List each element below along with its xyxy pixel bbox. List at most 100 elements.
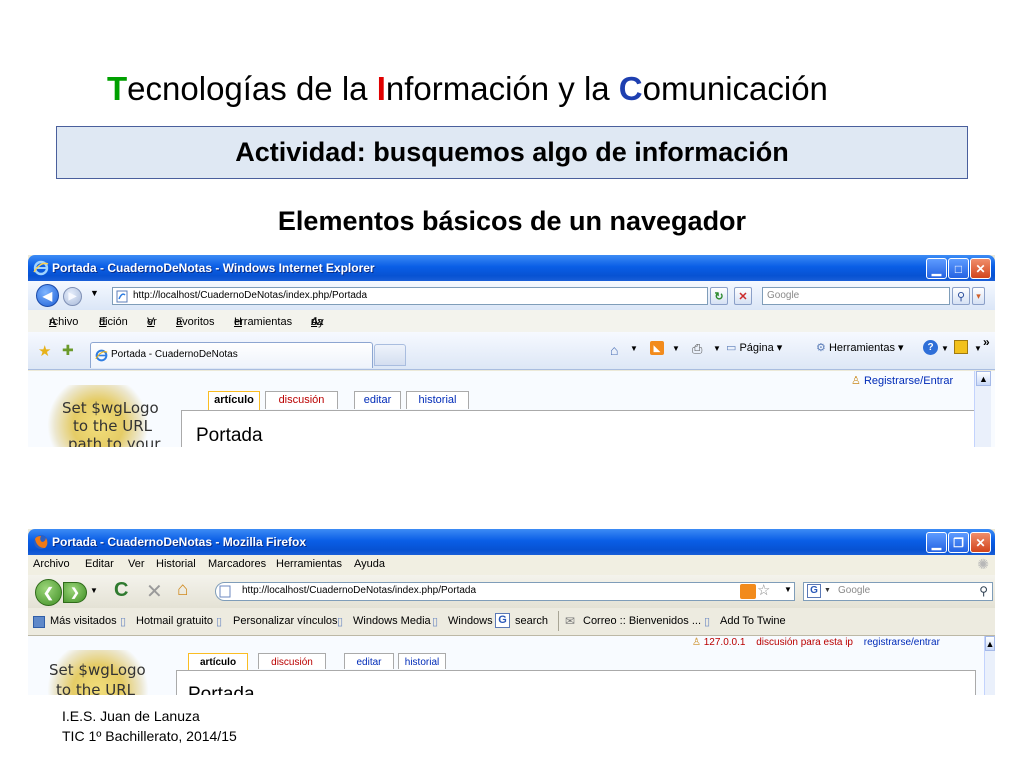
ie-content: Set $wgLogo to the URL path to your ♙ Re…	[28, 371, 995, 447]
add-favorite-icon[interactable]: ✚	[62, 342, 74, 359]
ie-scrollbar[interactable]: ▲	[974, 371, 991, 447]
footer-course: TIC 1º Bachillerato, 2014/15	[62, 728, 237, 744]
chevron-down-icon: ▾	[976, 290, 981, 301]
ff-search-input[interactable]: G ▼ Google ⚲	[803, 582, 993, 601]
chevron-down-icon[interactable]: ▼	[784, 585, 792, 594]
bookmark-add-to-twine[interactable]: Add To Twine	[720, 615, 786, 627]
ie-page-menu[interactable]: ▭ Página ▾	[726, 341, 782, 354]
chevron-down-icon[interactable]: ▼	[974, 344, 982, 353]
print-icon[interactable]: ⎙	[692, 341, 702, 357]
ie-stop-button[interactable]: ✕	[734, 287, 752, 305]
tab-historial[interactable]: historial	[406, 391, 469, 409]
back-icon: ◀	[42, 288, 53, 303]
rss-icon[interactable]	[740, 584, 756, 599]
ff-address-text: http://localhost/CuadernoDeNotas/index.p…	[242, 585, 477, 596]
chevron-down-icon[interactable]: ▼	[630, 344, 638, 353]
chevron-down-icon[interactable]: ▼	[713, 344, 721, 353]
chevron-down-icon[interactable]: ▼	[672, 344, 680, 353]
ie-command-row: ★ ✚ Portada - CuadernoDeNotas ⌂ ▼ ◣ ▼ ⎙ …	[28, 332, 995, 370]
ie-search-button[interactable]: ⚲	[952, 287, 970, 305]
ff-content: Set $wgLogo to the URL ♙ 127.0.0.1 discu…	[28, 636, 995, 695]
ie-logo-text-3: path to your	[68, 435, 161, 447]
home-icon[interactable]: ⌂	[177, 579, 188, 601]
folder-icon	[33, 616, 45, 628]
ie-minimize-button[interactable]: ▁	[926, 258, 947, 279]
ff-menu-ver[interactable]: Ver	[128, 558, 145, 570]
page-icon: ▯	[432, 616, 439, 628]
tab-editar[interactable]: editar	[344, 653, 394, 669]
tab-discusion[interactable]: discusión	[258, 653, 326, 669]
bookmark-mas-visitados[interactable]: Más visitados	[50, 615, 117, 627]
scroll-up-icon[interactable]: ▲	[985, 636, 995, 651]
bookmark-search[interactable]: search	[515, 615, 548, 627]
ie-address-bar[interactable]: http://localhost/CuadernoDeNotas/index.p…	[112, 287, 708, 305]
star-icon[interactable]: ★	[38, 342, 51, 360]
ip-talk-link[interactable]: discusión para esta ip	[756, 637, 853, 648]
research-icon[interactable]	[954, 340, 968, 354]
bookmark-correo[interactable]: Correo :: Bienvenidos ...	[583, 615, 701, 627]
google-icon: G	[495, 613, 510, 628]
ie-history-dropdown[interactable]: ▼	[90, 288, 99, 298]
chevron-down-icon[interactable]: ▼	[941, 344, 949, 353]
bookmark-separator	[558, 611, 559, 631]
ie-new-tab-button[interactable]	[374, 344, 406, 366]
bookmark-personalizar[interactable]: Personalizar vínculos	[233, 615, 338, 627]
ff-titlebar[interactable]: Portada - CuadernoDeNotas - Mozilla Fire…	[28, 529, 995, 555]
ff-menu-ayuda[interactable]: Ayuda	[354, 558, 385, 570]
refresh-icon: ↻	[714, 290, 724, 303]
minimize-icon: ▁	[931, 261, 942, 276]
ie-forward-button[interactable]: ▶	[63, 287, 82, 306]
help-icon[interactable]: ?	[923, 340, 938, 355]
ie-more-chevron[interactable]: »	[983, 335, 990, 349]
ff-login-link[interactable]: registrarse/entrar	[864, 637, 940, 648]
ip-link[interactable]: 127.0.0.1	[704, 637, 746, 648]
search-icon[interactable]: ⚲	[979, 583, 988, 599]
ff-minimize-button[interactable]: ▁	[926, 532, 947, 553]
tab-historial[interactable]: historial	[398, 653, 446, 669]
title-part-1: ecnologías de la	[127, 70, 377, 107]
bookmark-windows[interactable]: Windows	[448, 615, 493, 627]
ie-tools-menu[interactable]: ⚙ Herramientas ▾	[816, 341, 904, 354]
chevron-down-icon[interactable]: ▼	[90, 586, 98, 595]
page-icon: ▯	[337, 616, 344, 628]
home-icon[interactable]: ⌂	[610, 342, 618, 358]
stop-icon[interactable]: ✕	[146, 579, 163, 604]
ie-maximize-button[interactable]: □	[948, 258, 969, 279]
ff-menu-herramientas[interactable]: Herramientas	[276, 558, 342, 570]
ie-titlebar[interactable]: Portada - CuadernoDeNotas - Windows Inte…	[28, 255, 995, 281]
ff-forward-button[interactable]: ❯	[63, 582, 87, 603]
ff-menu-historial[interactable]: Historial	[156, 558, 196, 570]
tab-editar[interactable]: editar	[354, 391, 401, 409]
ie-tab-portada[interactable]: Portada - CuadernoDeNotas	[90, 342, 373, 368]
ie-refresh-button[interactable]: ↻	[710, 287, 728, 305]
rss-icon[interactable]: ◣	[650, 341, 664, 355]
ff-bookmarks-toolbar: Más visitados ▯ Hotmail gratuito ▯ Perso…	[28, 608, 995, 636]
ff-menu-editar[interactable]: Editar	[85, 558, 114, 570]
bookmark-windows-media[interactable]: Windows Media	[353, 615, 431, 627]
ff-menu-archivo[interactable]: Archivo	[33, 558, 70, 570]
tab-articulo[interactable]: artículo	[188, 653, 248, 671]
scroll-up-icon[interactable]: ▲	[976, 371, 991, 386]
page-icon	[219, 585, 231, 598]
refresh-icon[interactable]: C	[114, 579, 128, 602]
ff-back-button[interactable]: ❮	[35, 579, 62, 606]
ie-search-options[interactable]: ▾	[972, 287, 985, 305]
chevron-down-icon: ▼	[824, 587, 831, 594]
ff-scrollbar[interactable]: ▲	[984, 636, 995, 695]
ie-login-link[interactable]: ♙ Registrarse/Entrar	[851, 374, 953, 387]
ff-restore-button[interactable]: ❐	[948, 532, 969, 553]
ff-personal-links: ♙ 127.0.0.1 discusión para esta ip regis…	[692, 637, 940, 648]
ie-close-button[interactable]: ✕	[970, 258, 991, 279]
ie-search-input[interactable]: Google	[762, 287, 950, 305]
footer-school: I.E.S. Juan de Lanuza	[62, 708, 200, 724]
ff-menu-marcadores[interactable]: Marcadores	[208, 558, 266, 570]
bookmark-hotmail[interactable]: Hotmail gratuito	[136, 615, 213, 627]
ff-close-button[interactable]: ✕	[970, 532, 991, 553]
tab-discusion[interactable]: discusión	[265, 391, 338, 409]
star-icon[interactable]: ☆	[757, 581, 770, 599]
user-icon: ♙	[851, 375, 861, 387]
stop-icon: ✕	[738, 290, 748, 303]
ff-address-bar[interactable]: http://localhost/CuadernoDeNotas/index.p…	[215, 582, 795, 601]
ie-back-button[interactable]: ◀	[36, 284, 59, 307]
tab-articulo[interactable]: artículo	[208, 391, 260, 411]
